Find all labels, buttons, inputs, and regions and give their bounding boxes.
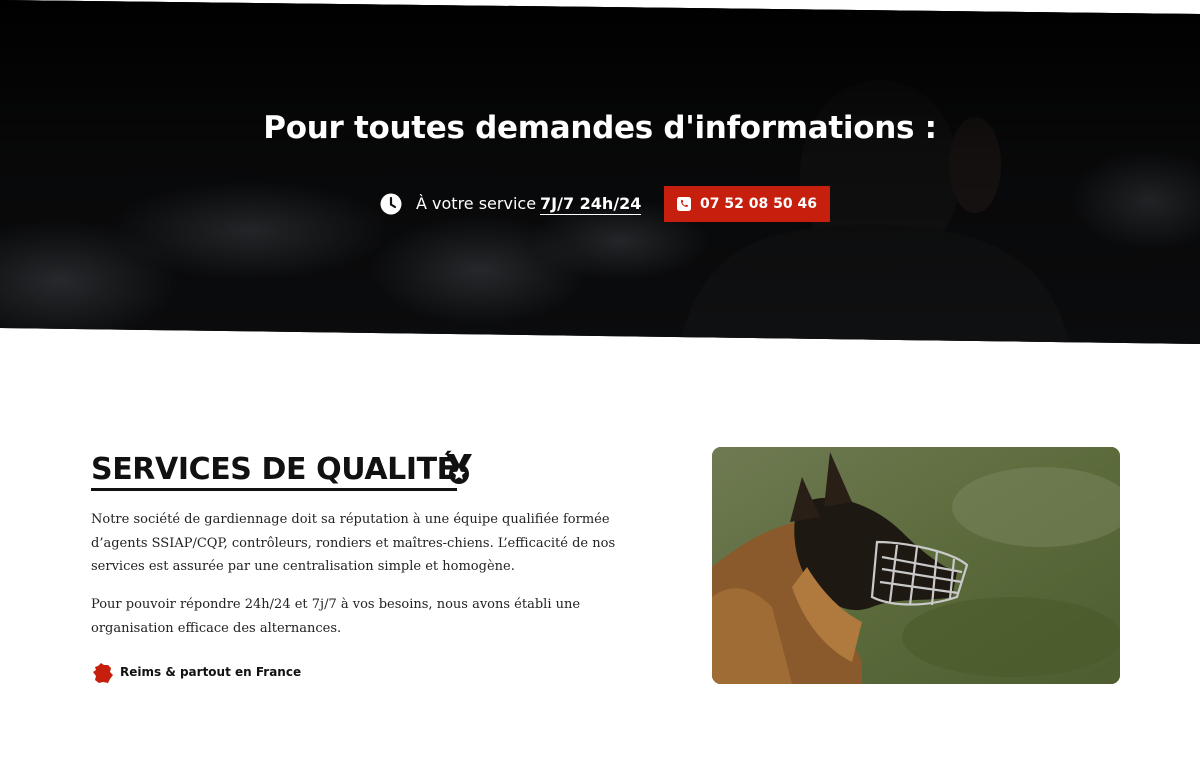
- service-prefix: À votre service: [416, 194, 537, 213]
- service-availability: À votre service 7J/7 24h/24: [416, 194, 642, 215]
- france-map-icon: [93, 663, 113, 683]
- dog-photo-image: [712, 447, 1120, 684]
- clock-icon: [380, 193, 402, 215]
- location-text: Reims & partout en France: [120, 665, 302, 679]
- contact-row: À votre service 7J/7 24h/24 07 52 08 50 4…: [0, 186, 1200, 222]
- phone-call-button[interactable]: 07 52 08 50 46: [664, 186, 830, 222]
- dog-photo: [712, 447, 1120, 684]
- intro-paragraph: Notre société de gardiennage doit sa rép…: [91, 512, 616, 574]
- phone-icon: [677, 197, 692, 211]
- hero-banner: Pour toutes demandes d'informations : À …: [0, 0, 1200, 344]
- medal-icon: [446, 454, 472, 484]
- hero-title: Pour toutes demandes d'informations :: [263, 110, 937, 146]
- availability-paragraph: Pour pouvoir répondre 24h/24 et 7j/7 à v…: [91, 597, 581, 636]
- phone-number: 07 52 08 50 46: [700, 196, 817, 212]
- section-title: SERVICES DE QUALITÉ: [91, 452, 457, 491]
- hero-background-image: [0, 0, 1200, 344]
- service-hours: 7J/7 24h/24: [540, 194, 642, 215]
- section-title-wrap: SERVICES DE QUALITÉ: [91, 452, 457, 492]
